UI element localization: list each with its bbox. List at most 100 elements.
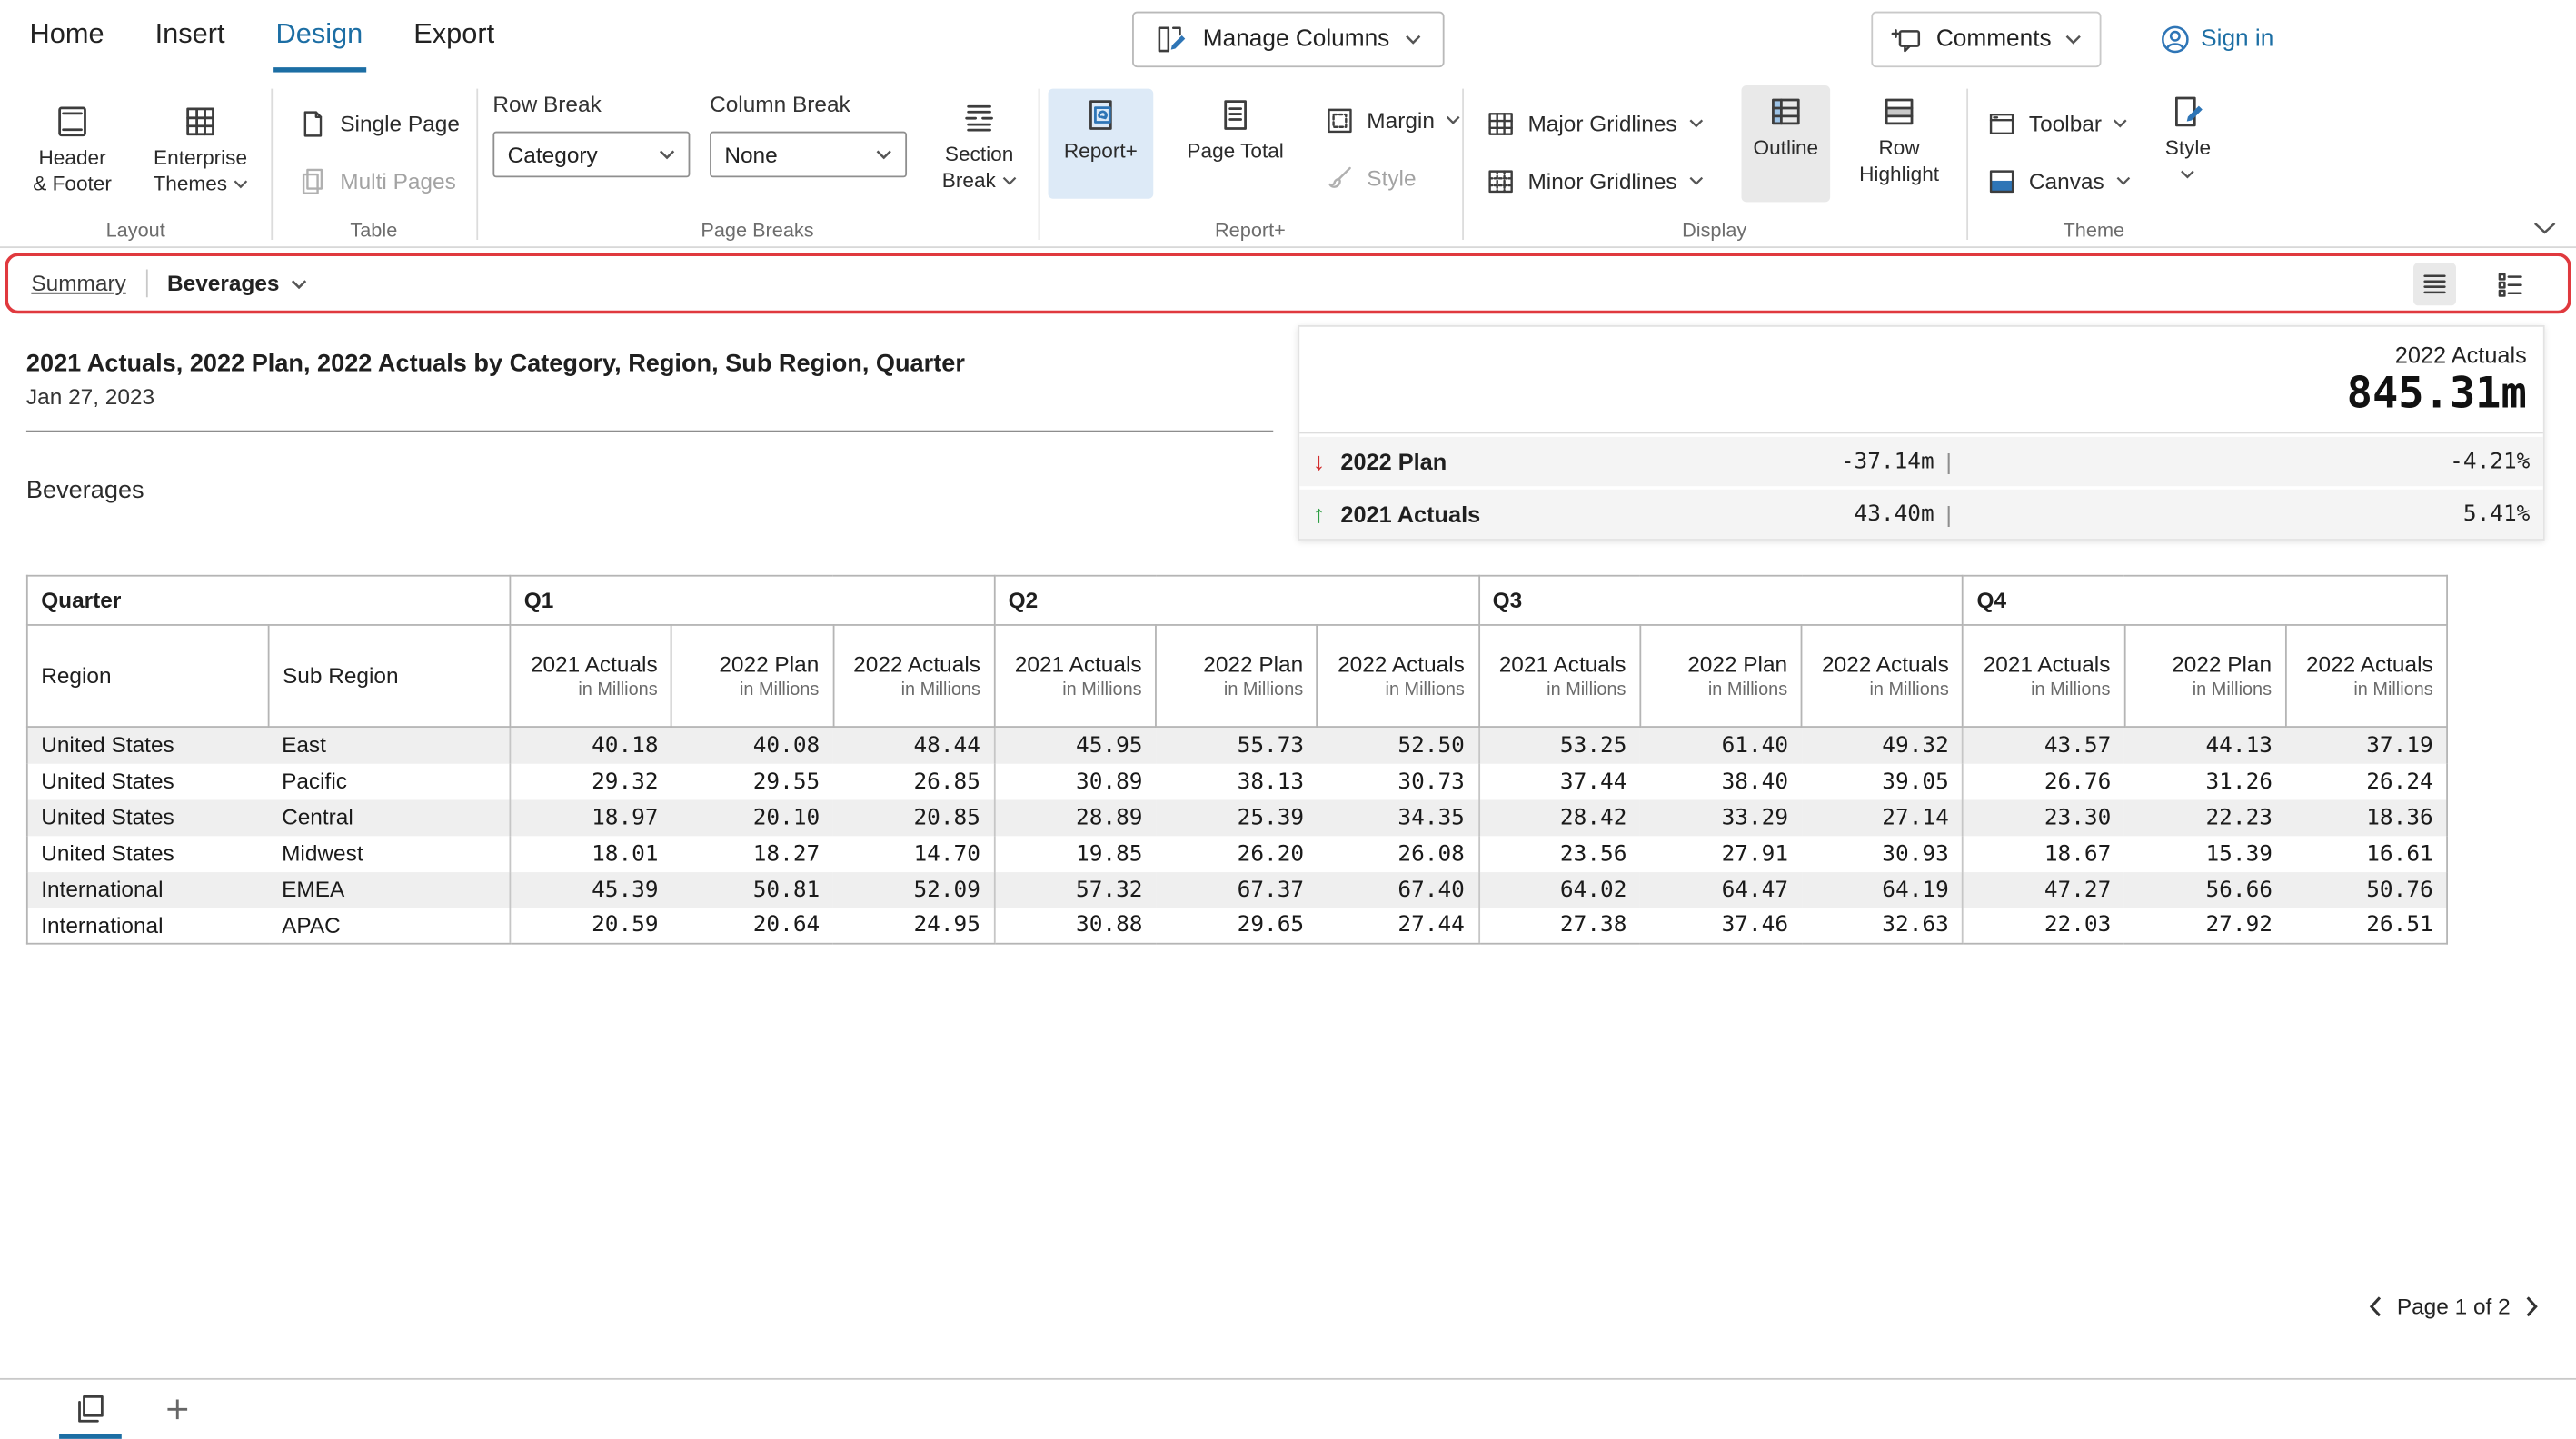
detail-view-button[interactable] <box>2489 262 2531 304</box>
header-footer-icon <box>55 104 91 140</box>
table-row: United StatesMidwest18.0118.2714.7019.85… <box>27 835 2447 871</box>
header-footer-button[interactable]: Header & Footer <box>26 95 118 206</box>
value-cell: 18.67 <box>1963 835 2124 871</box>
row-highlight-icon <box>1881 94 1917 130</box>
value-cell: 38.13 <box>1156 763 1318 799</box>
table-row: InternationalEMEA45.3950.8152.0957.3267.… <box>27 871 2447 908</box>
measure-name: 2022 Plan <box>1654 652 1787 677</box>
canvas-theme-button[interactable]: Canvas <box>1980 159 2137 202</box>
quarter-header: Quarter <box>27 576 511 625</box>
active-sheet-tab[interactable] <box>59 1380 122 1439</box>
subregion-cell: Central <box>269 799 511 836</box>
chevron-down-icon <box>2533 222 2556 234</box>
row-highlight-button[interactable]: Row Highlight <box>1844 85 1955 202</box>
measure-header: 2021 Actualsin Millions <box>1478 625 1640 727</box>
measure-unit: in Millions <box>847 680 980 700</box>
menu-tab-home[interactable]: Home <box>26 0 107 73</box>
chevron-down-icon <box>876 150 892 160</box>
minor-gridlines-label: Minor Gridlines <box>1527 168 1676 193</box>
current-sheet-tab[interactable]: Beverages <box>167 271 307 295</box>
measure-header: 2022 Actuals in Millions <box>1802 625 1964 727</box>
value-cell: 30.89 <box>994 763 1156 799</box>
section-break-icon <box>961 100 998 136</box>
toolbar-icon <box>1986 107 2017 138</box>
toolbar-theme-button[interactable]: Toolbar <box>1980 102 2137 144</box>
margin-label: Margin <box>1367 107 1435 132</box>
section-break-button[interactable]: Section Break <box>927 92 1032 203</box>
add-sheet-button[interactable] <box>158 1390 197 1429</box>
value-cell: 64.19 <box>1802 871 1964 908</box>
margin-icon <box>1324 104 1355 135</box>
canvas-icon <box>1986 165 2017 196</box>
manage-columns-button[interactable]: Manage Columns <box>1132 12 1444 67</box>
collapse-ribbon-button[interactable] <box>2533 213 2556 243</box>
manage-columns-label: Manage Columns <box>1203 26 1389 53</box>
measure-unit: in Millions <box>2138 680 2272 700</box>
region-cell: International <box>27 871 269 908</box>
page-total-label: Page Total <box>1175 140 1297 165</box>
major-gridlines-button[interactable]: Major Gridlines <box>1478 102 1728 144</box>
outline-label: Outline <box>1746 136 1825 162</box>
list-view-button[interactable] <box>2413 262 2456 304</box>
tabbar-divider <box>145 270 147 298</box>
summary-link[interactable]: Summary <box>31 271 125 295</box>
minor-gridlines-button[interactable]: Minor Gridlines <box>1478 159 1728 202</box>
value-cell: 20.64 <box>671 908 833 944</box>
measure-header: 2022 Planin Millions <box>1156 625 1318 727</box>
multi-pages-label: Multi Pages <box>340 168 456 193</box>
sign-in-button[interactable]: Sign in <box>2158 23 2273 55</box>
value-cell: 29.32 <box>510 763 671 799</box>
single-page-button[interactable]: Single Page <box>291 102 476 144</box>
subregion-header: Sub Region <box>269 625 511 727</box>
measure-header: 2022 Planin Millions <box>671 625 833 727</box>
measure-header: 2021 Actualsin Millions <box>1963 625 2124 727</box>
column-break-select[interactable]: None <box>710 132 907 178</box>
value-cell: 37.44 <box>1478 763 1640 799</box>
page-total-button[interactable]: Page Total <box>1169 89 1301 199</box>
value-cell: 26.85 <box>833 763 995 799</box>
menu-tab-export[interactable]: Export <box>411 0 498 73</box>
measure-name: 2022 Actuals <box>1815 652 1949 677</box>
chevron-left-icon <box>2369 1296 2382 1318</box>
row-break-select[interactable]: Category <box>492 132 690 178</box>
outline-button[interactable]: Outline <box>1742 85 1831 202</box>
value-cell: 67.40 <box>1318 871 1479 908</box>
region-cell: United States <box>27 799 269 836</box>
report-plus-button[interactable]: Report+ <box>1049 89 1154 199</box>
quarter-col-q4: Q4 <box>1963 576 2447 625</box>
theme-style-button[interactable]: Style <box>2143 85 2233 202</box>
group-label-page-breaks: Page Breaks <box>476 218 1038 241</box>
row-break-label: Row Break <box>492 92 690 116</box>
quarter-col-q2: Q2 <box>994 576 1478 625</box>
measure-unit: in Millions <box>1815 680 1949 700</box>
value-cell: 19.85 <box>994 835 1156 871</box>
pager: Page 1 of 2 <box>2369 1295 2538 1319</box>
kpi-comparison-row: ↑ 2021 Actuals 43.40m | 5.41% <box>1299 490 2543 539</box>
comments-button[interactable]: Comments <box>1871 12 2101 67</box>
value-cell: 25.39 <box>1156 799 1318 836</box>
subregion-cell: East <box>269 727 511 763</box>
enterprise-themes-button[interactable]: Enterprise Themes <box>141 95 259 206</box>
margin-button[interactable]: Margin <box>1318 98 1467 141</box>
menubar: Home Insert Design Export Manage Columns… <box>0 0 2576 79</box>
kpi-header: 2022 Actuals 845.31m <box>1299 327 2543 434</box>
value-cell: 61.40 <box>1640 727 1802 763</box>
multi-pages-button[interactable]: Multi Pages <box>291 159 476 202</box>
measure-header: 2022 Planin Millions <box>2124 625 2286 727</box>
arrow-up-icon: ↑ <box>1313 501 1341 529</box>
measure-header: 2022 Actualsin Millions <box>833 625 995 727</box>
single-page-icon <box>297 107 328 138</box>
style-button[interactable]: Style <box>1318 156 1467 199</box>
major-gridlines-label: Major Gridlines <box>1527 111 1676 135</box>
chevron-down-icon <box>1405 35 1421 45</box>
ribbon-group-layout: Header & Footer Enterprise Themes Layout <box>0 79 271 246</box>
next-page-button[interactable] <box>2525 1296 2538 1318</box>
menu-tab-design[interactable]: Design <box>273 0 366 73</box>
value-cell: 30.88 <box>994 908 1156 944</box>
previous-page-button[interactable] <box>2369 1296 2382 1318</box>
chevron-down-icon <box>291 278 307 288</box>
value-cell: 23.56 <box>1478 835 1640 871</box>
ribbon: Header & Footer Enterprise Themes Layout <box>0 79 2576 248</box>
value-cell: 18.01 <box>510 835 671 871</box>
menu-tab-insert[interactable]: Insert <box>152 0 228 73</box>
